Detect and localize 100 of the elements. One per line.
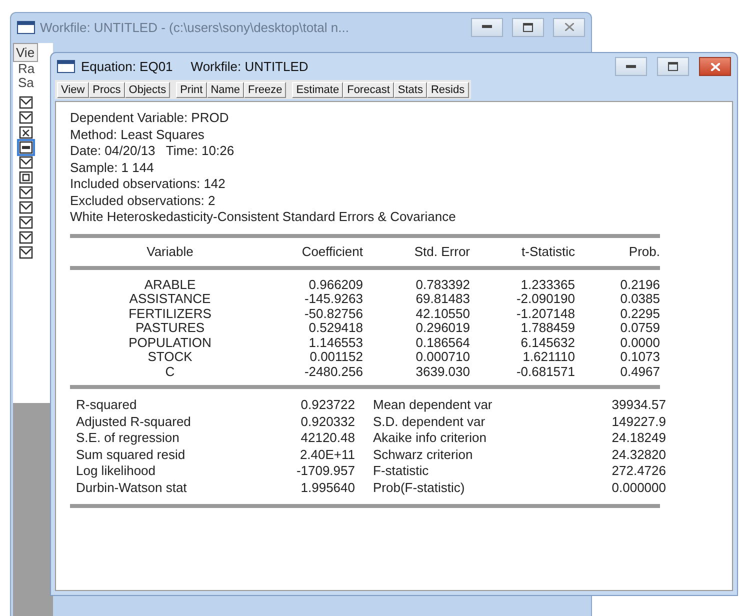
- toolbar-button[interactable]: Estimate: [292, 82, 344, 98]
- table-cell-text: STOCK: [146, 350, 194, 364]
- header-line: White Heteroskedasticity-Consistent Standard Errors & Covariance: [70, 209, 457, 226]
- table-cell-text: 0.2196: [619, 278, 660, 292]
- window-title: Workfile: UNTITLED - (c:\users\sony\desktop\total n...: [40, 20, 350, 34]
- table-cell-text: -0.681571: [515, 364, 575, 379]
- table-cell-text: 0.2295: [619, 306, 660, 321]
- toolbar-button[interactable]: Resids: [426, 82, 469, 98]
- stat-value: 2.40E+11: [298, 446, 355, 463]
- stat-value: 149227.9: [610, 414, 666, 430]
- toolbar-button[interactable]: Freeze: [244, 82, 286, 98]
- stat-value: 1.995640: [300, 480, 355, 496]
- stat-value: 272.4726: [610, 463, 666, 480]
- info-line: Sa: [17, 76, 35, 90]
- series-object-icon[interactable]: [19, 216, 33, 229]
- window-icon: [57, 60, 75, 73]
- toolbar-button[interactable]: Name: [206, 82, 244, 98]
- stat-label: Durbin-Watson stat: [76, 480, 188, 496]
- toolbar-button[interactable]: Print: [176, 82, 207, 98]
- header-line: Dependent Variable: PROD: [70, 110, 230, 126]
- stat-label: Mean dependent var: [372, 397, 494, 414]
- stat-label: S.D. dependent var: [372, 414, 486, 430]
- header-line: Excluded observations: 2: [70, 192, 216, 209]
- table-cell-text: 0.1073: [619, 350, 660, 364]
- table-cell-text: 0.001152: [308, 350, 363, 364]
- minimize-button[interactable]: [615, 57, 647, 76]
- stat-value: -1709.957: [295, 463, 355, 480]
- toolbar-button[interactable]: Objects: [124, 82, 170, 98]
- toolbar-button[interactable]: Procs: [88, 82, 125, 98]
- table-cell-text: POPULATION: [128, 336, 212, 350]
- stat-label: Sum squared resid: [76, 446, 186, 463]
- stat-label: Akaike info criterion: [372, 430, 488, 446]
- series-object-icon[interactable]: [19, 156, 33, 169]
- maximize-icon: [523, 22, 533, 32]
- table-cell-text: 0.000710: [414, 350, 470, 364]
- series-object-icon[interactable]: [19, 96, 33, 109]
- stat-value: 0.000000: [610, 480, 666, 496]
- table-cell-text: 42.10550: [414, 306, 470, 321]
- table-cell-text: 69.81483: [414, 292, 470, 306]
- stat-label: Prob(F-statistic): [372, 480, 466, 496]
- table-cell-text: 0.529418: [308, 321, 363, 336]
- stat-label: Log likelihood: [76, 463, 157, 480]
- maximize-button[interactable]: [657, 57, 689, 76]
- close-button[interactable]: [553, 18, 585, 36]
- minimize-icon: [482, 25, 492, 29]
- series-object-icon[interactable]: [19, 111, 33, 124]
- series-object-icon[interactable]: [19, 246, 33, 259]
- maximize-button[interactable]: [512, 18, 544, 36]
- close-icon: [710, 62, 720, 70]
- header-line: Sample: 1 144: [70, 160, 155, 176]
- group-object-icon[interactable]: [19, 171, 33, 184]
- toolbar-button[interactable]: View: [57, 82, 89, 98]
- stat-label: Adjusted R-squared: [76, 414, 192, 430]
- header-line: Date: 04/20/13 Time: 10:26: [70, 143, 236, 160]
- series-object-icon[interactable]: [19, 186, 33, 199]
- toolbar-button[interactable]: Stats: [394, 82, 427, 98]
- header-line: Included observations: 142: [70, 176, 226, 192]
- column-header: Std. Error: [413, 242, 470, 260]
- window-icon: [17, 20, 35, 34]
- column-header: t-Statistic: [520, 242, 575, 260]
- table-cell-text: -2480.256: [303, 364, 363, 379]
- toolbar-button[interactable]: Forecast: [343, 82, 394, 98]
- series-object-icon[interactable]: [19, 231, 33, 244]
- close-icon: [564, 23, 574, 31]
- table-cell-text: 0.0385: [619, 292, 660, 306]
- table-cell-text: ASSISTANCE: [128, 292, 212, 306]
- table-cell-text: 0.0759: [619, 321, 660, 336]
- table-cell-text: 1.146553: [308, 336, 363, 350]
- table-cell-text: 0.966209: [308, 278, 363, 292]
- equation-object-icon[interactable]: [19, 141, 33, 154]
- table-cell-text: 1.233365: [520, 278, 575, 292]
- stat-value: 0.923722: [300, 397, 355, 414]
- coef-object-icon[interactable]: [19, 126, 33, 139]
- header-line: Method: Least Squares: [70, 126, 206, 143]
- stat-value: 39934.57: [610, 397, 666, 414]
- table-cell-text: C: [164, 364, 176, 379]
- table-cell-text: 6.145632: [520, 336, 575, 350]
- table-cell-text: PASTURES: [134, 321, 206, 336]
- stat-label: Schwarz criterion: [372, 446, 474, 463]
- minimize-button[interactable]: [471, 18, 503, 36]
- stat-value: 24.32820: [610, 446, 666, 463]
- table-cell-text: 0.0000: [619, 336, 660, 350]
- stat-value: 24.18249: [610, 430, 666, 446]
- table-cell-text: 0.783392: [414, 278, 470, 292]
- stat-label: S.E. of regression: [76, 430, 180, 446]
- stat-label: R-squared: [76, 397, 138, 414]
- series-object-icon[interactable]: [19, 201, 33, 214]
- info-line: Ra: [17, 62, 36, 76]
- table-cell-text: 0.296019: [414, 321, 470, 336]
- stat-value: 42120.48: [300, 430, 355, 446]
- window-subtitle: Workfile: UNTITLED: [190, 59, 308, 74]
- table-cell-text: -1.207148: [515, 306, 575, 321]
- stat-label: F-statistic: [372, 463, 430, 480]
- table-cell-text: 3639.030: [414, 364, 470, 379]
- close-button[interactable]: [699, 57, 731, 76]
- menu-button[interactable]: Vie: [13, 43, 38, 62]
- table-cell-text: FERTILIZERS: [128, 306, 212, 321]
- stat-value: 0.920332: [300, 414, 355, 430]
- table-cell-text: 0.4967: [619, 364, 660, 379]
- column-header: Variable: [146, 242, 194, 260]
